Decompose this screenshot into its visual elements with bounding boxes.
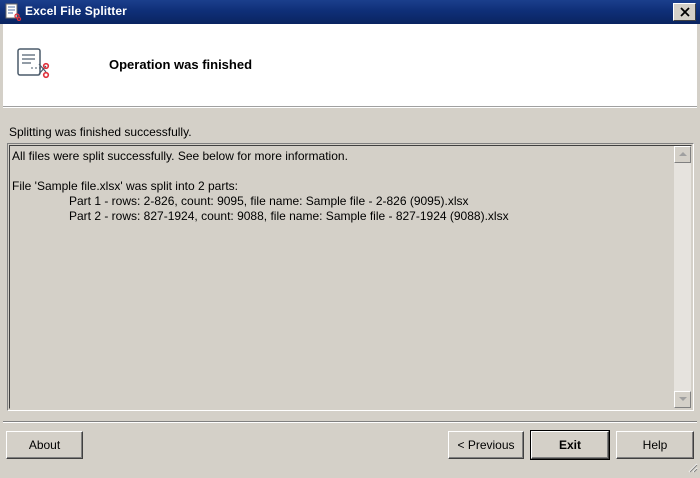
arrow-down-icon [679,397,687,401]
previous-button-label: < Previous [457,438,515,452]
log-line: All files were split successfully. See b… [12,149,348,163]
log-line: File 'Sample file.xlsx' was split into 2… [12,179,238,193]
help-button[interactable]: Help [616,431,694,459]
close-button[interactable] [673,3,696,21]
log-line: Part 2 - rows: 827-1924, count: 9088, fi… [69,209,509,223]
resize-grip[interactable] [686,460,698,473]
scroll-up-button[interactable] [674,146,691,163]
document-scissors-icon [15,46,51,82]
log-line: Part 1 - rows: 2-826, count: 9095, file … [69,194,469,208]
app-icon [4,3,22,22]
window-title: Excel File Splitter [25,4,127,18]
result-log[interactable]: All files were split successfully. See b… [7,143,694,411]
about-button[interactable]: About [6,431,83,459]
exit-button[interactable]: Exit [530,430,610,460]
exit-button-label: Exit [558,438,581,452]
help-button-label: Help [642,438,668,452]
page-title: Operation was finished [109,57,253,72]
vertical-scrollbar[interactable] [674,146,691,408]
about-button-label: About [28,438,61,452]
arrow-up-icon [679,152,687,156]
scroll-down-button[interactable] [674,391,691,408]
previous-button[interactable]: < Previous [448,431,524,459]
header-divider [3,106,697,108]
close-icon [680,7,690,17]
log-text[interactable]: All files were split successfully. See b… [12,149,672,224]
status-message: Splitting was finished successfully. [9,125,192,139]
header-panel: Operation was finished [3,24,697,106]
excel-file-splitter-window: Excel File Splitter Operation was finish… [0,0,700,474]
footer-divider [3,421,697,423]
title-bar[interactable]: Excel File Splitter [0,0,700,24]
